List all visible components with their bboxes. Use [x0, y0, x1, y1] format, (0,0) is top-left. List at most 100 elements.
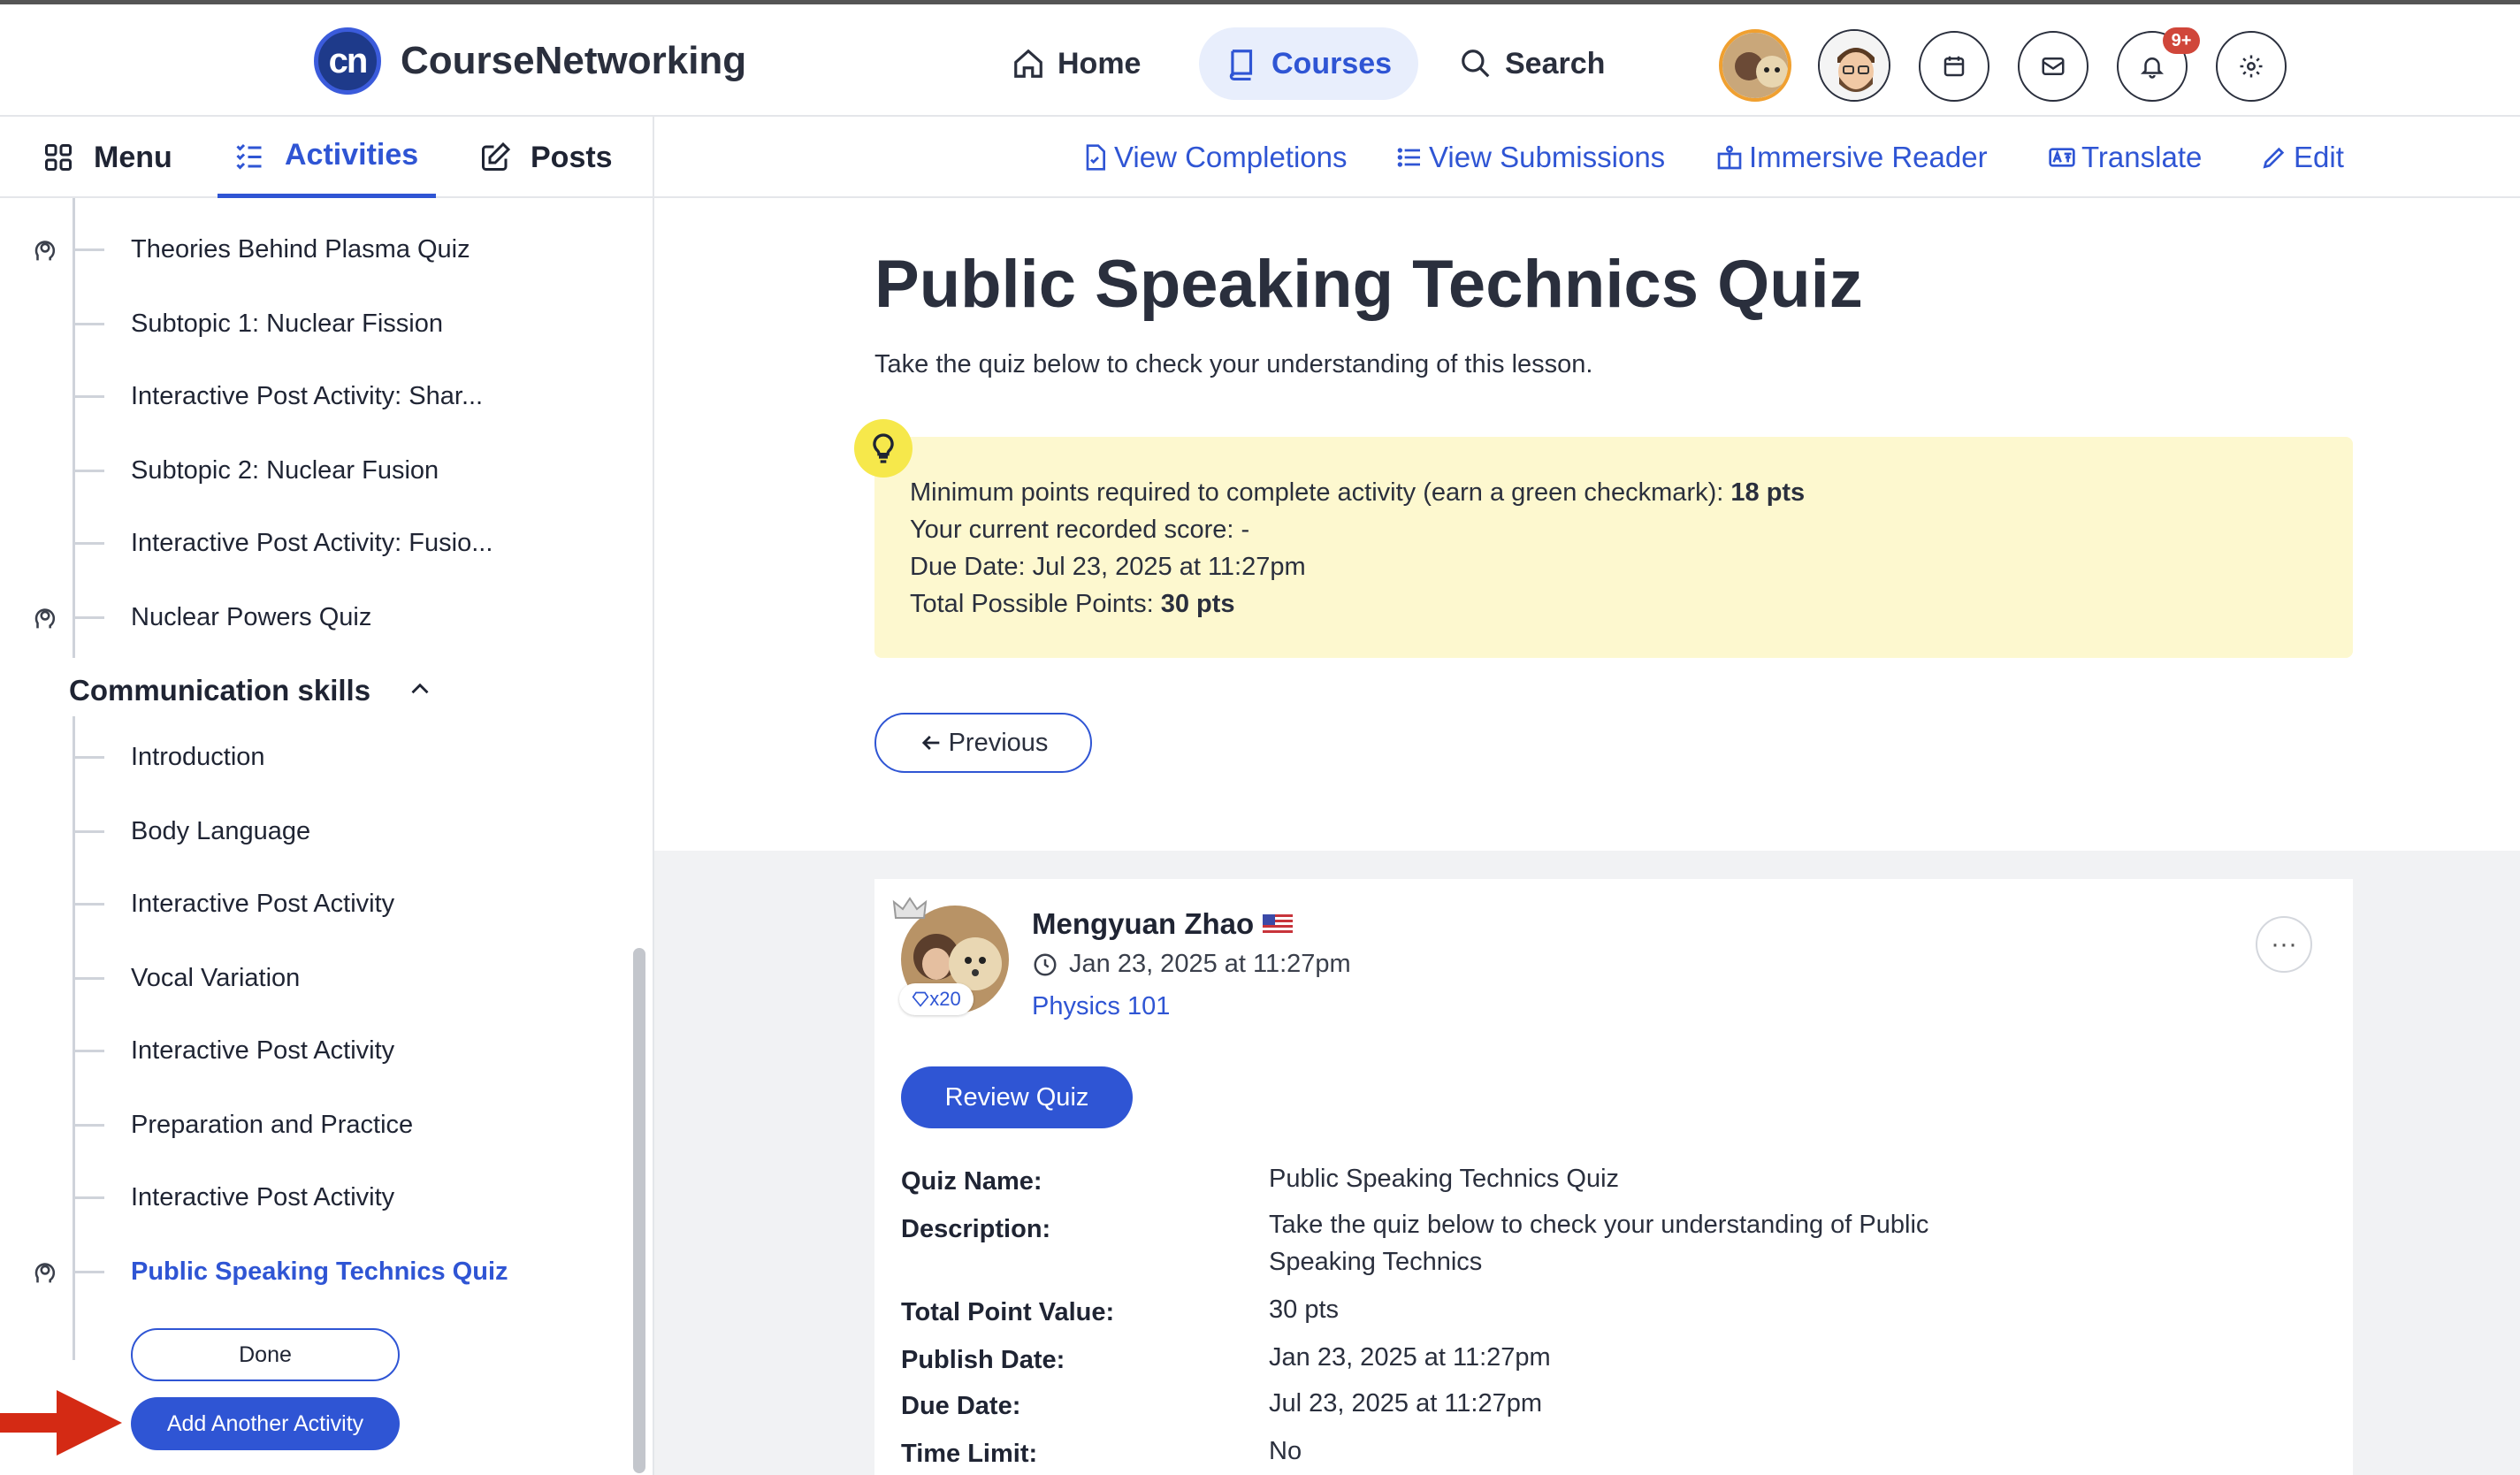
sidebar-item[interactable]: Introduction [73, 739, 265, 775]
chevron-up-icon[interactable] [405, 674, 435, 704]
tree-line [73, 198, 75, 658]
nav-courses[interactable]: Courses [1199, 27, 1419, 100]
sidebar-item[interactable]: Body Language [73, 814, 310, 849]
section-title[interactable]: Communication skills [69, 674, 370, 707]
min-points-value: 18 pts [1730, 478, 1806, 507]
messages-button[interactable] [2018, 31, 2089, 102]
edit-label: Edit [2294, 141, 2344, 173]
edit-link[interactable]: Edit [2260, 117, 2344, 198]
translate-link[interactable]: Translate [2048, 117, 2202, 198]
sidebar-item-label: Interactive Post Activity: Shar... [131, 381, 484, 410]
sidebar-item[interactable]: Theories Behind Plasma Quiz [73, 232, 470, 267]
sidebar-item[interactable]: Interactive Post Activity: Shar... [73, 378, 483, 414]
pencil-icon [2263, 147, 2285, 169]
add-activity-button[interactable]: Add Another Activity [131, 1397, 400, 1450]
sidebar-item-label: Interactive Post Activity [131, 1182, 395, 1211]
crown-icon [892, 897, 928, 919]
sidebar-item[interactable]: Subtopic 1: Nuclear Fission [73, 306, 443, 341]
calendar-icon [1943, 56, 1965, 77]
logo[interactable]: cn CourseNetworking [314, 27, 746, 95]
gem-badge: x20 [899, 983, 974, 1015]
more-options-icon: ··· [2271, 929, 2297, 959]
due-date: Due Date: Jul 23, 2025 at 11:27pm [910, 553, 1306, 581]
detail-value: Jul 23, 2025 at 11:27pm [1269, 1389, 1543, 1418]
nav-search[interactable]: Search [1432, 27, 1631, 100]
detail-label: Quiz Name: [901, 1167, 1042, 1196]
cartoon-avatar-image [1820, 31, 1889, 100]
nav-courses-label: Courses [1271, 46, 1393, 80]
sidebar-item[interactable]: Interactive Post Activity [73, 886, 394, 921]
detail-label: Publish Date: [901, 1346, 1065, 1374]
user-avatar-image [1722, 33, 1788, 98]
detail-value: Jan 23, 2025 at 11:27pm [1269, 1343, 1551, 1372]
sidebar-item[interactable]: Preparation and Practice [73, 1107, 413, 1143]
detail-value: No [1269, 1437, 1302, 1465]
sidebar-item[interactable]: Interactive Post Activity [73, 1033, 394, 1068]
list-icon [1397, 148, 1420, 167]
search-icon [1462, 50, 1490, 78]
translate-label: Translate [2081, 141, 2203, 173]
detail-label: Description: [901, 1215, 1051, 1243]
nav-home-label: Home [1058, 46, 1142, 80]
sidebar-item-current[interactable]: Public Speaking Technics Quiz [73, 1254, 508, 1289]
sidebar-item[interactable]: Nuclear Powers Quiz [73, 600, 371, 635]
brand-name: CourseNetworking [401, 39, 747, 82]
sidebar-item-label: Public Speaking Technics Quiz [131, 1257, 508, 1286]
detail-label: Time Limit: [901, 1440, 1038, 1468]
previous-button[interactable]: Previous [874, 713, 1092, 773]
detail-value: Take the quiz below to check your unders… [1269, 1211, 1929, 1276]
min-points-text: Minimum points required to complete acti… [910, 478, 1731, 507]
previous-label: Previous [948, 728, 1049, 757]
lightbulb-icon [854, 419, 913, 478]
gem-icon [912, 991, 929, 1007]
quiz-post-card: x20 Mengyuan Zhao Jan 23, 2025 at 11:27p… [874, 879, 2353, 1475]
tab-menu-label: Menu [94, 140, 172, 174]
activities-sidebar: Theories Behind Plasma Quiz Subtopic 1: … [0, 198, 653, 1475]
sidebar-item[interactable]: Subtopic 2: Nuclear Fusion [73, 453, 439, 488]
total-points-line: Total Possible Points: 30 pts [910, 585, 2353, 623]
gem-count: x20 [929, 988, 961, 1010]
review-quiz-button[interactable]: Review Quiz [901, 1066, 1133, 1128]
home-icon [1014, 49, 1042, 78]
checklist-icon [236, 143, 262, 170]
logo-mark: cn [314, 27, 381, 95]
red-arrow-icon [0, 1390, 122, 1456]
settings-button[interactable] [2216, 31, 2287, 102]
calendar-button[interactable] [1919, 31, 1989, 102]
sidebar-item-label: Interactive Post Activity [131, 889, 395, 918]
tab-posts-label: Posts [531, 140, 613, 174]
us-flag-icon [1263, 914, 1294, 934]
tab-menu[interactable]: Menu [42, 117, 172, 198]
author-name[interactable]: Mengyuan Zhao [1032, 907, 1254, 941]
nav-home[interactable]: Home [985, 27, 1167, 100]
view-submissions-link[interactable]: View Submissions [1395, 117, 1665, 198]
detail-label: Due Date: [901, 1392, 1021, 1420]
sub-toolbar: Menu Activities Posts View Completions V… [0, 117, 2520, 198]
profile-avatar[interactable] [1818, 29, 1890, 102]
view-submissions-label: View Submissions [1429, 141, 1666, 173]
user-avatar[interactable] [1719, 29, 1791, 102]
tab-posts[interactable]: Posts [479, 117, 613, 198]
tab-activities-label: Activities [285, 138, 419, 172]
detail-value: 30 pts [1269, 1295, 1339, 1324]
post-date-row: Jan 23, 2025 at 11:27pm [1032, 950, 1351, 979]
sidebar-item[interactable]: Interactive Post Activity [73, 1180, 394, 1215]
immersive-reader-label: Immersive Reader [1749, 141, 1988, 173]
sidebar-item-label: Vocal Variation [131, 963, 301, 992]
immersive-reader-link[interactable]: Immersive Reader [1715, 117, 1988, 198]
tab-activities[interactable]: Activities [218, 117, 437, 198]
view-completions-link[interactable]: View Completions [1081, 117, 1348, 198]
course-link[interactable]: Physics 101 [1032, 992, 1170, 1021]
gear-icon [2240, 55, 2263, 78]
more-options-button[interactable]: ··· [2256, 916, 2312, 973]
quiz-head-icon [34, 241, 56, 261]
sidebar-scrollbar[interactable] [633, 948, 645, 1473]
min-points-line: Minimum points required to complete acti… [910, 474, 2353, 511]
author-name-row: Mengyuan Zhao [1032, 907, 1294, 941]
bell-icon [2140, 57, 2165, 79]
clock-icon [1034, 953, 1057, 975]
done-button[interactable]: Done [131, 1328, 400, 1381]
sidebar-item[interactable]: Interactive Post Activity: Fusio... [73, 525, 493, 561]
arrow-left-icon [921, 736, 939, 750]
sidebar-item[interactable]: Vocal Variation [73, 960, 300, 996]
